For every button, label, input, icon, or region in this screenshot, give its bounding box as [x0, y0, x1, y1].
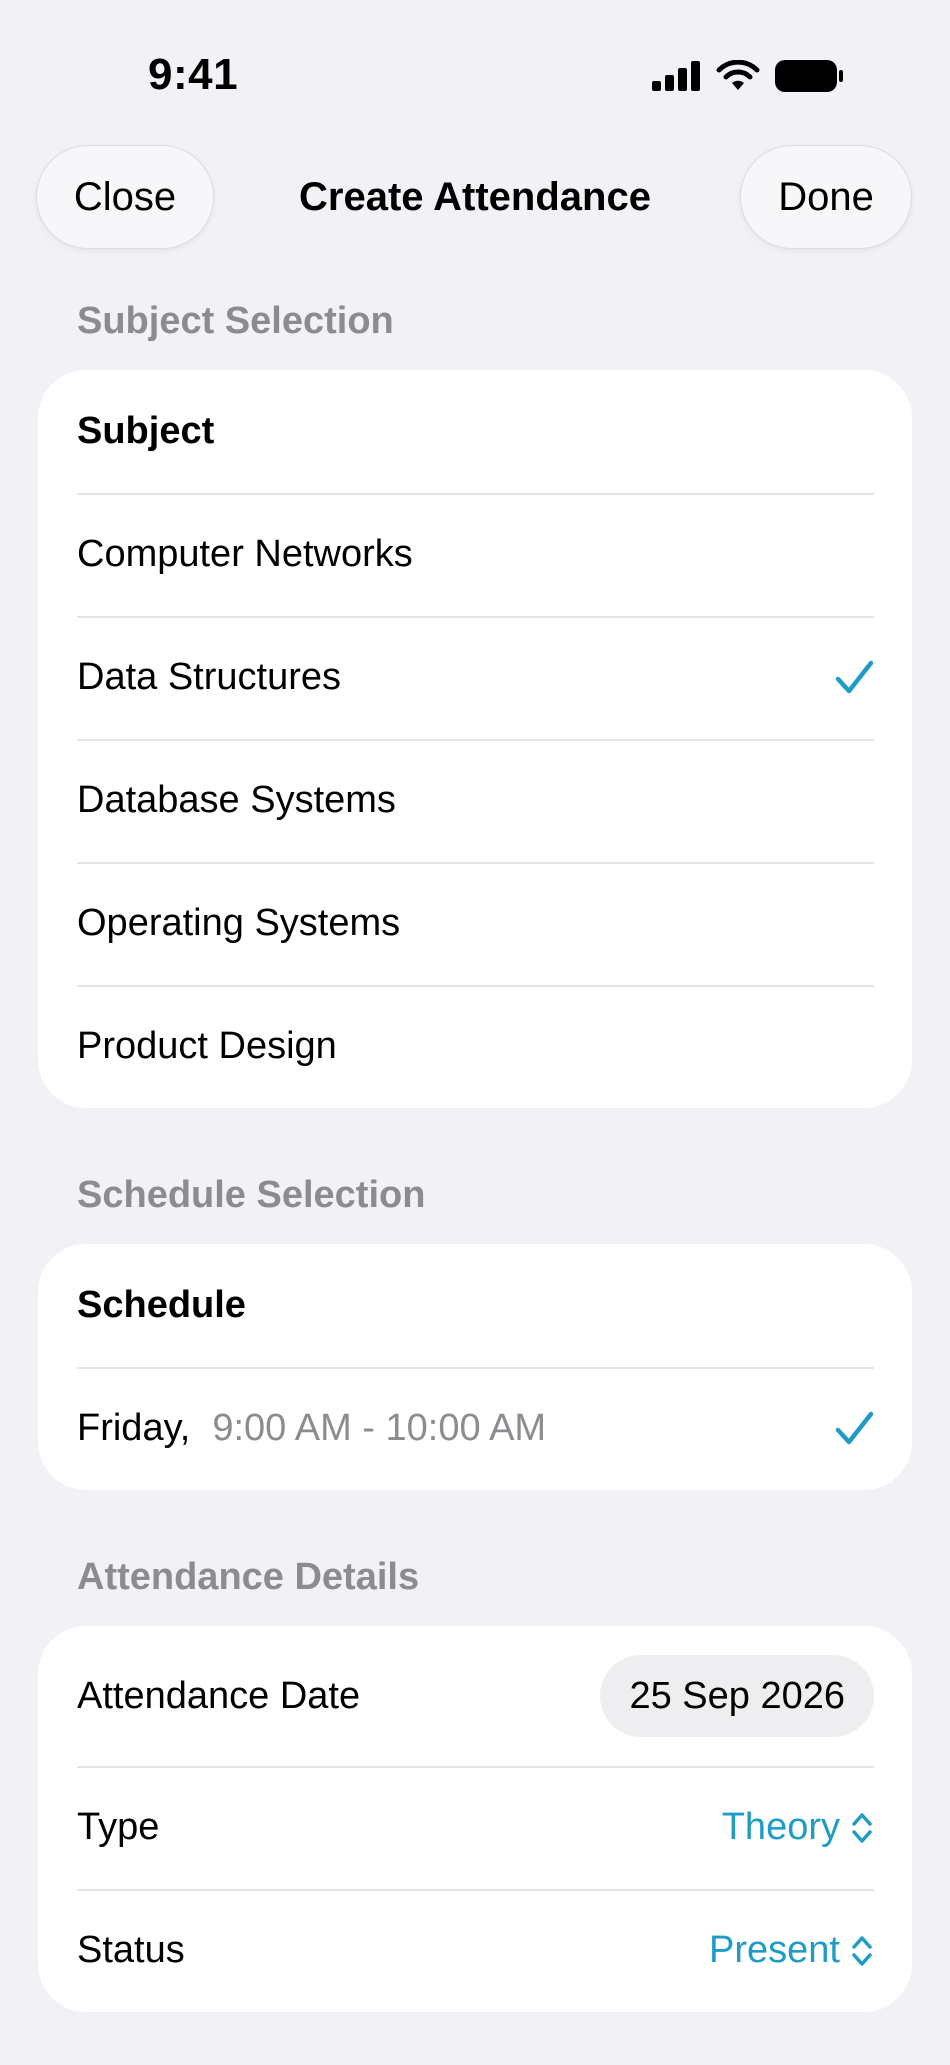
status-label: Status [77, 1929, 185, 1971]
chevron-up-down-icon [852, 1935, 872, 1966]
status-row: Status Present [38, 1889, 912, 2012]
subject-option-label: Data Structures [77, 656, 341, 698]
type-label: Type [77, 1806, 160, 1848]
schedule-section-header: Schedule Selection [77, 1174, 426, 1216]
subject-option-data-structures[interactable]: Data Structures [38, 616, 912, 739]
schedule-title: Schedule [77, 1284, 246, 1326]
status-time: 9:41 [148, 50, 239, 99]
schedule-option[interactable]: Friday, 9:00 AM - 10:00 AM [38, 1367, 912, 1490]
wifi-icon [716, 60, 760, 90]
subject-option-label: Product Design [77, 1025, 337, 1067]
subject-option-operating-systems[interactable]: Operating Systems [38, 862, 912, 985]
type-menu[interactable]: Theory [722, 1806, 874, 1849]
checkmark-icon [834, 658, 874, 698]
checkmark-icon [834, 1409, 874, 1449]
chevron-up-down-icon [852, 1812, 872, 1843]
schedule-day: Friday, [77, 1407, 191, 1449]
nav-bar: Close Create Attendance Done [0, 145, 950, 251]
status-icons [652, 56, 844, 96]
schedule-time: 9:00 AM - 10:00 AM [212, 1407, 547, 1449]
status-bar: 9:41 [0, 0, 950, 150]
status-menu[interactable]: Present [709, 1929, 874, 1972]
subject-option-label: Database Systems [77, 779, 396, 821]
attendance-card: Attendance Date 25 Sep 2026 Type Theory … [38, 1626, 912, 2012]
subject-section-header: Subject Selection [77, 300, 394, 342]
type-value: Theory [721, 1806, 840, 1848]
subject-card: Subject Computer Networks Data Structure… [38, 370, 912, 1108]
schedule-title-row: Schedule [38, 1244, 912, 1367]
attendance-date-picker[interactable]: 25 Sep 2026 [600, 1655, 874, 1737]
subject-option-product-design[interactable]: Product Design [38, 985, 912, 1108]
battery-icon [775, 60, 843, 92]
type-row: Type Theory [38, 1766, 912, 1889]
subject-option-database-systems[interactable]: Database Systems [38, 739, 912, 862]
attendance-section-header: Attendance Details [77, 1556, 420, 1598]
attendance-date-row: Attendance Date 25 Sep 2026 [38, 1626, 912, 1766]
schedule-card: Schedule Friday, 9:00 AM - 10:00 AM [38, 1244, 912, 1490]
subject-title: Subject [77, 410, 215, 452]
done-button[interactable]: Done [740, 145, 912, 249]
cellular-signal-icon [652, 61, 700, 91]
subject-option-label: Operating Systems [77, 902, 401, 944]
schedule-option-label: Friday, 9:00 AM - 10:00 AM [77, 1407, 834, 1450]
subject-option-label: Computer Networks [77, 533, 413, 575]
subject-title-row: Subject [38, 370, 912, 493]
attendance-date-label: Attendance Date [77, 1674, 361, 1717]
subject-option-computer-networks[interactable]: Computer Networks [38, 493, 912, 616]
status-value: Present [709, 1929, 840, 1971]
